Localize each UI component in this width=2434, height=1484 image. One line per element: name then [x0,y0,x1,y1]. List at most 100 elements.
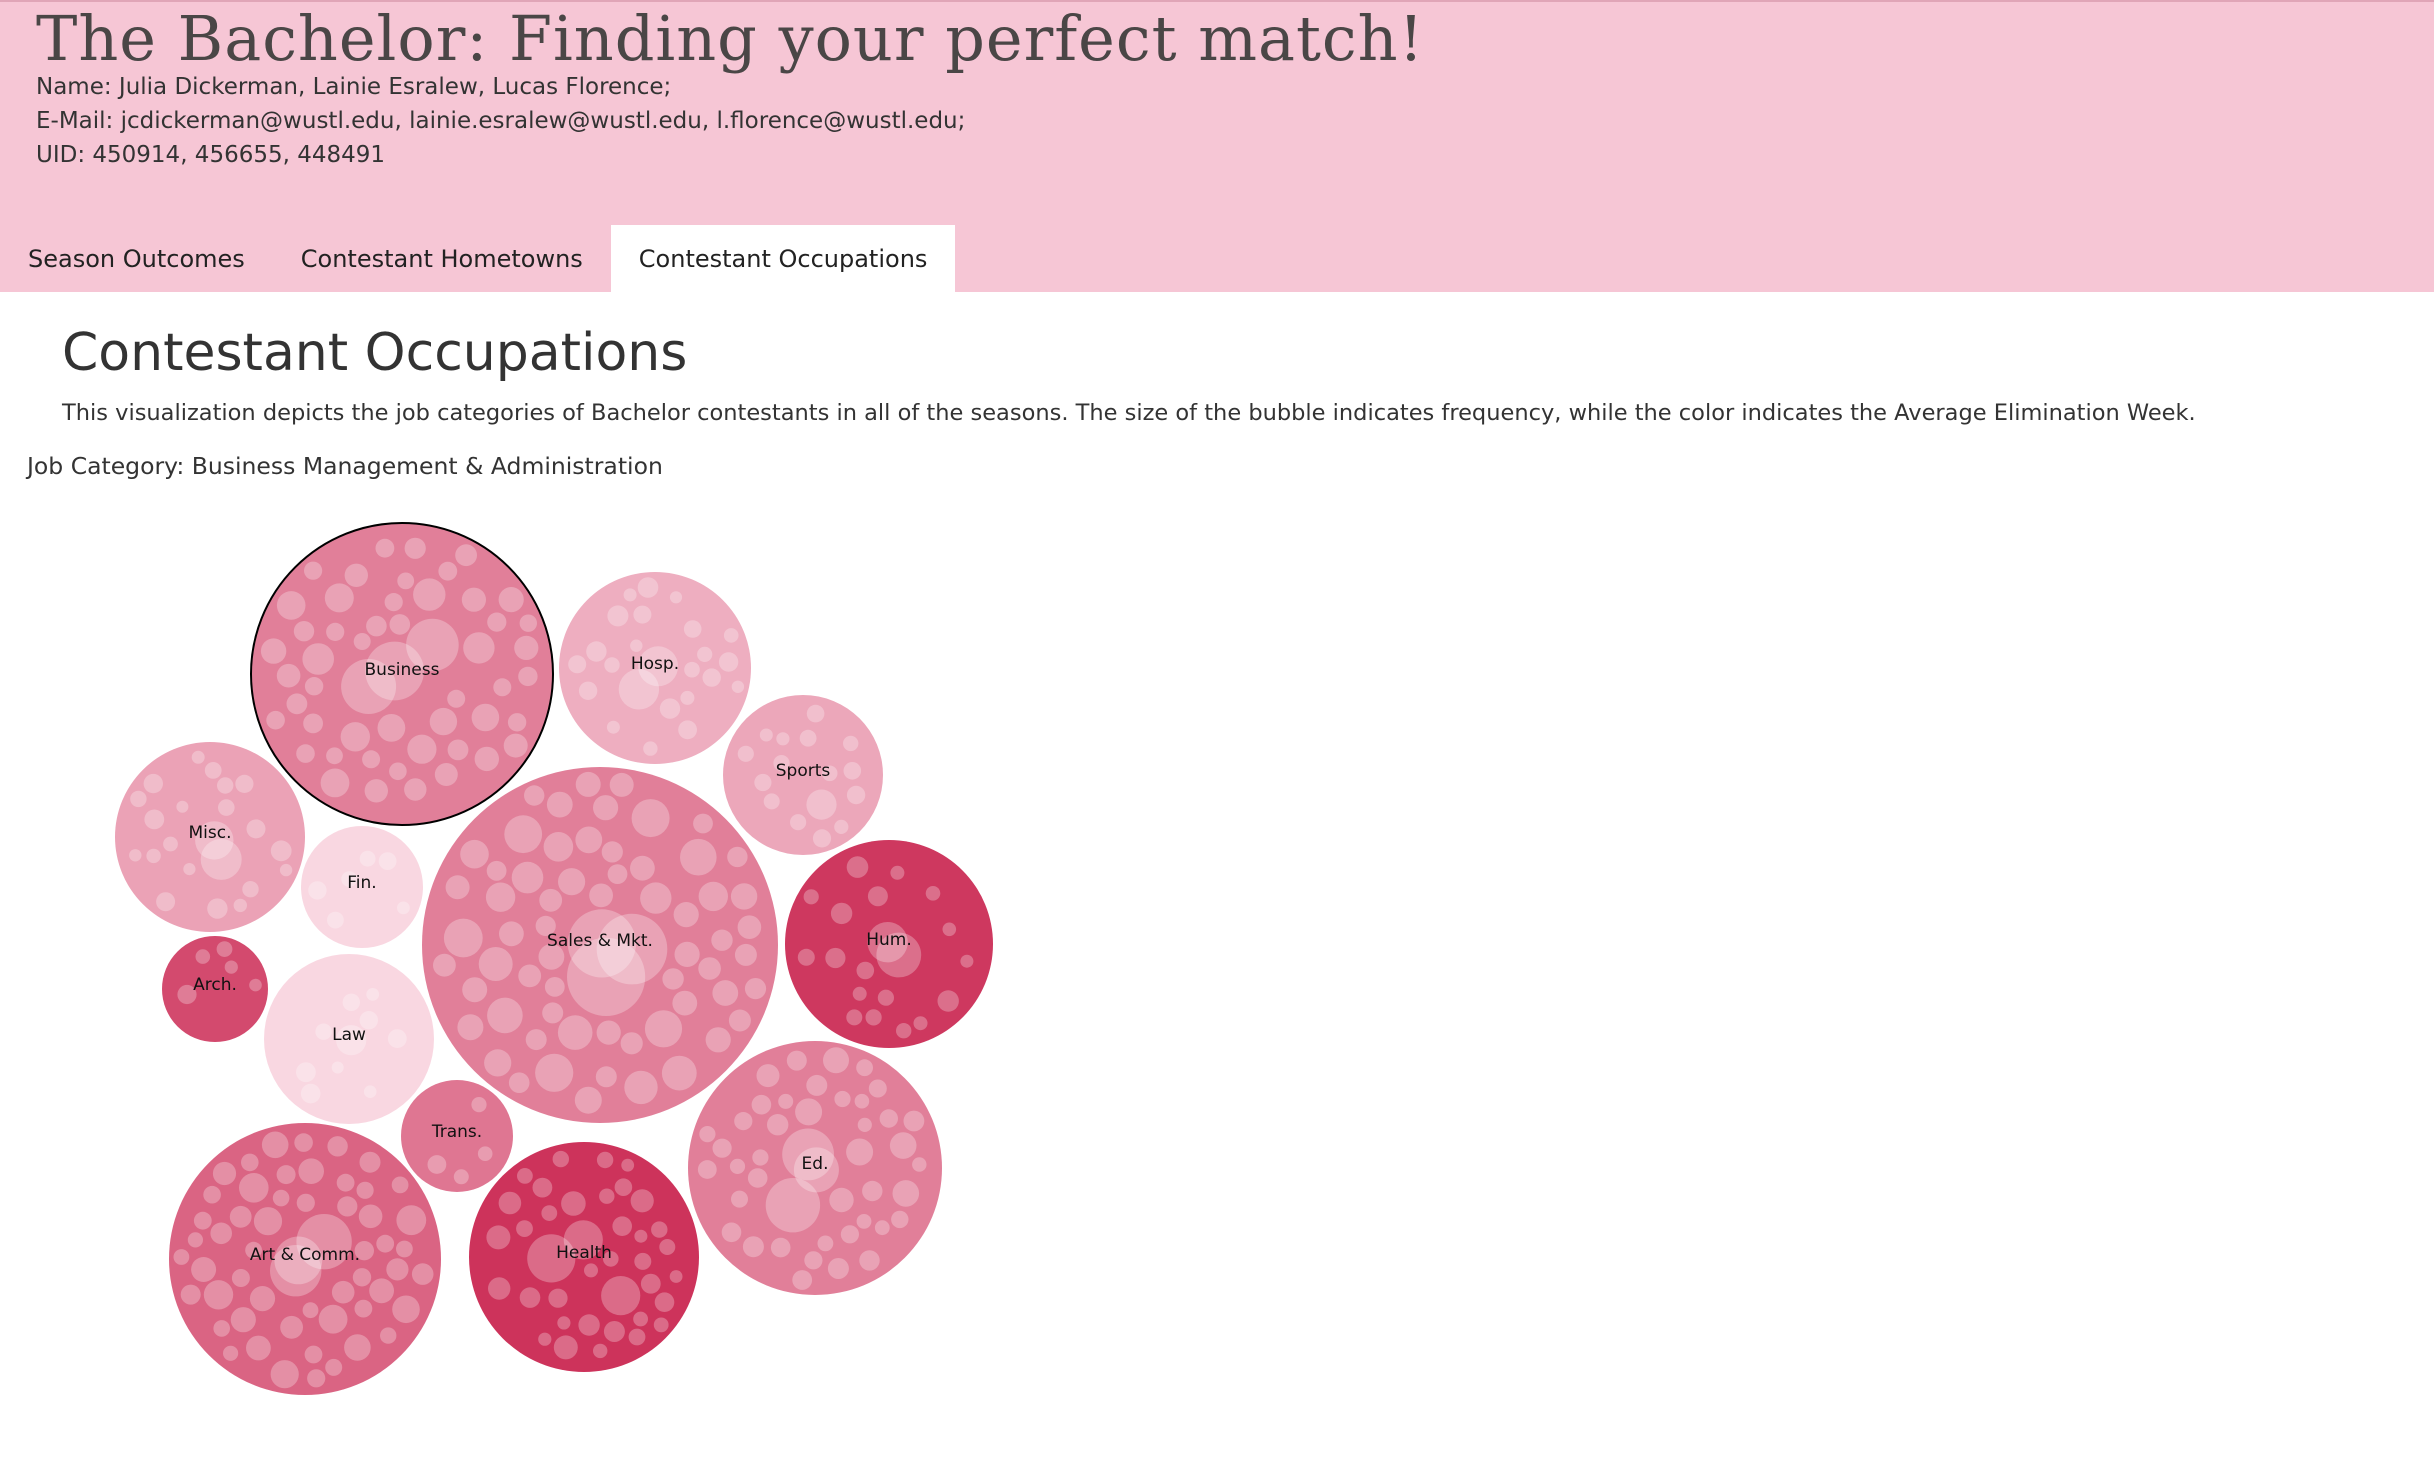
contestant-dot [586,641,607,662]
author-uids: UID: 450914, 456655, 448491 [36,142,386,168]
contestant-dot [298,1158,325,1184]
contestant-dot [511,861,544,894]
contestant-dot [396,1240,413,1258]
contestant-dot [812,829,832,848]
bubble-business[interactable]: Business [250,522,554,826]
contestant-dot [242,881,259,898]
contestant-dot [304,561,323,580]
contestant-dot [960,954,974,968]
contestant-dot [754,773,772,792]
contestant-dot [272,1189,290,1207]
contestant-dot [369,1278,394,1304]
contestant-dot [176,800,189,813]
contestant-dot [535,1053,574,1092]
contestant-dot [840,1225,860,1244]
bubble-law[interactable]: Law [264,954,434,1124]
bubble-health[interactable]: Health [469,1142,699,1372]
contestant-dot [270,840,292,862]
contestant-dot [519,1287,541,1308]
contestant-dot [846,1009,863,1026]
contestant-dot [595,1066,617,1088]
contestant-dot [498,587,524,613]
contestant-dot [487,997,523,1034]
tab-contestant-occupations[interactable]: Contestant Occupations [610,225,956,294]
contestant-dot [913,1016,928,1031]
contestant-dot [504,815,543,854]
contestant-dot [856,961,875,980]
contestant-dot [477,1146,493,1161]
bubble-misc[interactable]: Misc. [115,742,305,932]
contestant-dot [471,1097,487,1113]
bubble-label-sales-mkt: Sales & Mkt. [547,931,653,951]
contestant-dot [302,1302,319,1319]
contestant-dot [804,1251,823,1270]
contestant-dot [546,791,573,818]
contestant-dot [484,1049,512,1077]
site-title: The Bachelor: Finding your perfect match… [36,2,1425,75]
contestant-dot [392,1295,420,1324]
contestant-dot [806,704,825,723]
contestant-dot [266,710,285,730]
contestant-dot [276,1165,296,1185]
contestant-dot [249,978,262,992]
bubble-label-misc: Misc. [189,823,232,843]
contestant-dot [752,1149,769,1166]
bubble-trans[interactable]: Trans. [401,1080,513,1192]
contestant-dot [765,1178,821,1233]
tab-season-outcomes[interactable]: Season Outcomes [0,225,273,294]
contestant-dot [499,921,524,947]
contestant-dot [485,882,516,912]
contestant-dot [552,1150,569,1168]
contestant-dot [143,773,163,794]
contestant-dot [315,1023,332,1040]
contestant-dot [387,1029,407,1048]
bubble-hum[interactable]: Hum. [785,840,993,1048]
contestant-dot [607,864,628,884]
contestant-dot [293,621,315,642]
contestant-dot [541,1205,558,1221]
contestant-dot [344,1334,371,1361]
contestant-dot [493,678,512,697]
contestant-dot [644,1010,683,1048]
contestant-dot [447,739,469,761]
site-header: The Bachelor: Finding your perfect match… [0,0,2434,294]
contestant-dot [806,789,837,820]
contestant-dot [734,943,757,966]
bubble-sports[interactable]: Sports [723,695,883,855]
contestant-dot [728,1009,751,1032]
contestant-dot [744,978,767,1000]
author-names: Name: Julia Dickerman, Lainie Esralew, L… [36,74,672,100]
contestant-dot [747,1168,768,1188]
contestant-dot [862,1180,883,1202]
contestant-dot [568,655,587,674]
bubble-fin[interactable]: Fin. [301,826,423,948]
contestant-dot [593,1343,608,1359]
bubble-ed[interactable]: Ed. [688,1041,942,1295]
contestant-dot [344,563,368,587]
bubble-arch[interactable]: Arch. [162,936,268,1042]
bubble-sales-mkt[interactable]: Sales & Mkt. [422,767,778,1123]
contestant-dot [460,839,489,869]
contestant-dot [795,1098,823,1126]
contestant-dot [624,1070,658,1105]
contestant-dot [698,881,728,912]
bubble-art-comm[interactable]: Art & Comm. [169,1123,441,1395]
contestant-dot [673,902,699,928]
contestant-dot [276,663,301,688]
bubble-hosp[interactable]: Hosp. [559,572,751,764]
contestant-dot [213,1320,230,1337]
contestant-dot [584,1263,598,1278]
contestant-dot [596,1020,621,1045]
contestant-dot [217,777,234,794]
contestant-dot [721,1222,742,1243]
contestant-dot [235,774,254,793]
contestant-dot [359,1151,381,1173]
contestant-dot [834,819,849,834]
contestant-dot [433,953,456,977]
contestant-dot [300,1083,321,1104]
contestant-dot [712,1138,732,1158]
contestant-dot [653,1317,669,1333]
tab-contestant-hometowns[interactable]: Contestant Hometowns [273,225,611,294]
contestant-dot [218,799,235,816]
contestant-dot [823,1047,849,1074]
